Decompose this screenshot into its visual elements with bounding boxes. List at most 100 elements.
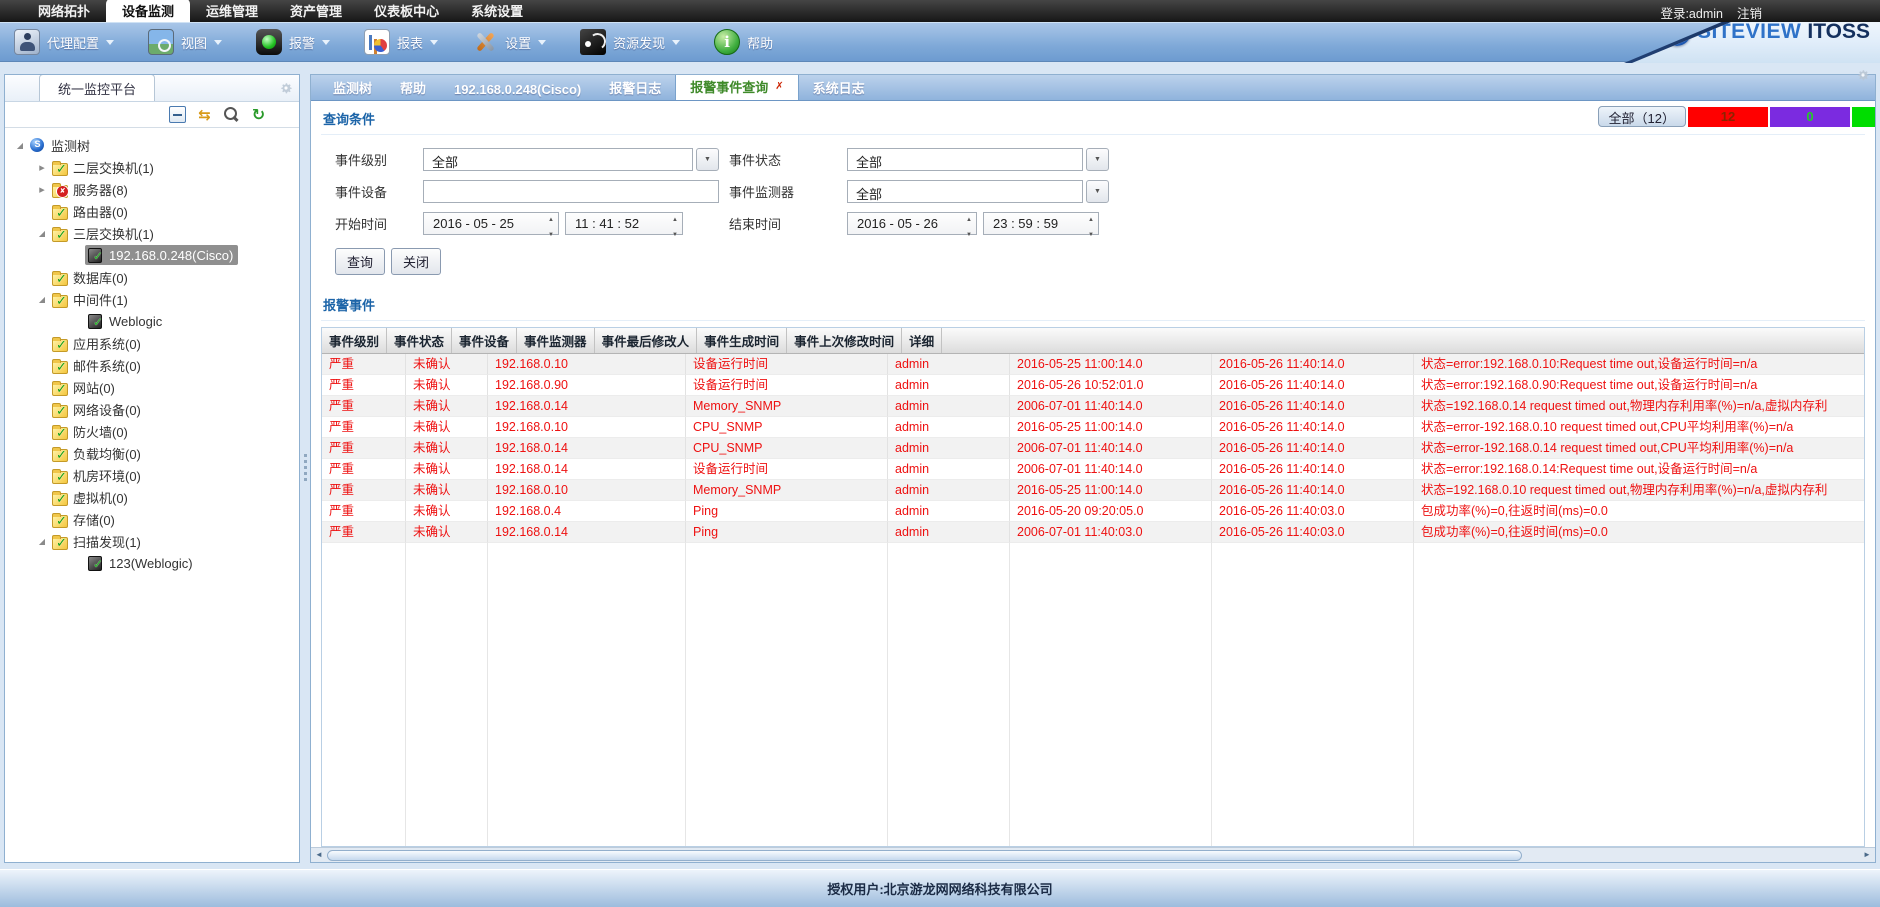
tree-item[interactable]: 中间件(1) [5, 288, 299, 310]
refresh-icon[interactable] [250, 106, 267, 123]
tree-item[interactable]: 虚拟机(0) [5, 486, 299, 508]
menu-item[interactable]: 设备监测 [106, 0, 190, 22]
dropdown-arrow-icon[interactable] [1086, 180, 1109, 203]
table-row[interactable]: 严重 未确认 192.168.0.90 设备运行时间 admin 2016-05… [322, 375, 1864, 396]
chevron-down-icon[interactable] [430, 40, 438, 45]
spinner-arrows-icon[interactable] [544, 209, 558, 239]
gear-icon[interactable] [1856, 74, 1870, 82]
end-date-input[interactable]: 2016 - 05 - 26 [847, 212, 977, 235]
tree-item[interactable]: 192.168.0.248(Cisco) [5, 244, 299, 266]
tree-item[interactable]: 网络设备(0) [5, 398, 299, 420]
dropdown-arrow-icon[interactable] [696, 148, 719, 171]
toolbar-item[interactable]: 设置 [472, 29, 546, 55]
collapse-all-icon[interactable] [169, 106, 186, 123]
main-tab[interactable]: 监测树 [319, 74, 386, 100]
column-header[interactable]: 事件上次修改时间 [787, 328, 902, 353]
scrollbar-track[interactable] [327, 850, 1859, 861]
menu-item[interactable]: 运维管理 [190, 0, 274, 22]
event-level-select[interactable]: 全部 [423, 148, 693, 171]
tree-expand-arrow[interactable] [35, 294, 49, 304]
menu-item[interactable]: 仪表板中心 [358, 0, 455, 22]
tree-item[interactable]: 二层交换机(1) [5, 156, 299, 178]
transfer-icon[interactable] [196, 106, 213, 123]
start-time-input[interactable]: 11 : 41 : 52 [565, 212, 683, 235]
scroll-right-arrow-icon[interactable] [1859, 848, 1875, 862]
tree-item[interactable]: 存储(0) [5, 508, 299, 530]
column-header[interactable]: 事件设备 [452, 328, 517, 353]
scroll-left-arrow-icon[interactable] [311, 848, 327, 862]
toolbar-item[interactable]: 代理配置 [14, 29, 114, 55]
column-header[interactable]: 事件级别 [322, 328, 387, 353]
tree-item[interactable]: 防火墙(0) [5, 420, 299, 442]
tree-item[interactable]: 应用系统(0) [5, 332, 299, 354]
column-header[interactable]: 事件监测器 [517, 328, 595, 353]
tree-item[interactable]: 服务器(8) [5, 178, 299, 200]
panel-splitter[interactable] [300, 74, 310, 863]
chevron-down-icon[interactable] [214, 40, 222, 45]
table-row[interactable]: 严重 未确认 192.168.0.10 Memory_SNMP admin 20… [322, 480, 1864, 501]
horizontal-scrollbar[interactable] [311, 847, 1875, 862]
search-icon[interactable] [223, 106, 240, 123]
tree-item[interactable]: 网站(0) [5, 376, 299, 398]
table-row[interactable]: 严重 未确认 192.168.0.14 Ping admin 2006-07-0… [322, 522, 1864, 543]
toolbar-item[interactable]: 报警 [256, 29, 330, 55]
search-button[interactable]: 查询 [335, 248, 385, 275]
tree-item[interactable]: 机房环境(0) [5, 464, 299, 486]
table-row[interactable]: 严重 未确认 192.168.0.4 Ping admin 2016-05-20… [322, 501, 1864, 522]
tab-close-icon[interactable] [775, 81, 783, 92]
tree-item[interactable]: 三层交换机(1) [5, 222, 299, 244]
column-header[interactable]: 事件状态 [387, 328, 452, 353]
toolbar-item[interactable]: 帮助 [714, 29, 773, 55]
badge-all[interactable]: 全部（12） [1598, 106, 1686, 127]
tree-expand-arrow[interactable] [35, 536, 49, 546]
start-date-input[interactable]: 2016 - 05 - 25 [423, 212, 559, 235]
column-header[interactable]: 事件生成时间 [697, 328, 787, 353]
chevron-down-icon[interactable] [672, 40, 680, 45]
main-tab[interactable]: 报警事件查询 [675, 74, 798, 100]
tree-expand-arrow[interactable] [35, 161, 49, 174]
main-tab[interactable]: 报警日志 [595, 74, 675, 100]
main-tab[interactable]: 系统日志 [799, 74, 879, 100]
chevron-down-icon[interactable] [106, 40, 114, 45]
toolbar-item[interactable]: 资源发现 [580, 29, 680, 55]
spinner-arrows-icon[interactable] [962, 209, 976, 239]
table-row[interactable]: 严重 未确认 192.168.0.10 设备运行时间 admin 2016-05… [322, 354, 1864, 375]
sidebar-tab-unified-monitoring[interactable]: 统一监控平台 [39, 74, 155, 101]
scrollbar-thumb[interactable] [327, 850, 1522, 861]
column-header[interactable]: 事件最后修改人 [595, 328, 698, 353]
tree-item[interactable]: 扫描发现(1) [5, 530, 299, 552]
table-row[interactable]: 严重 未确认 192.168.0.14 CPU_SNMP admin 2006-… [322, 438, 1864, 459]
toolbar-item[interactable]: 报表 [364, 29, 438, 55]
tree-item[interactable]: 负载均衡(0) [5, 442, 299, 464]
tree-item[interactable]: 数据库(0) [5, 266, 299, 288]
event-device-input[interactable] [423, 180, 719, 203]
close-button[interactable]: 关闭 [391, 248, 441, 275]
badge-warning[interactable]: 0 [1770, 107, 1850, 127]
tree-item[interactable]: 邮件系统(0) [5, 354, 299, 376]
dropdown-arrow-icon[interactable] [1086, 148, 1109, 171]
tree-item[interactable]: Weblogic [5, 310, 299, 332]
menu-item[interactable]: 资产管理 [274, 0, 358, 22]
chevron-down-icon[interactable] [538, 40, 546, 45]
tree-item[interactable]: 监测树 [5, 134, 299, 156]
main-tab[interactable]: 192.168.0.248(Cisco) [440, 77, 595, 100]
menu-item[interactable]: 网络拓扑 [22, 0, 106, 22]
tree-expand-arrow[interactable] [35, 183, 49, 196]
event-monitor-select[interactable]: 全部 [847, 180, 1083, 203]
table-row[interactable]: 严重 未确认 192.168.0.14 Memory_SNMP admin 20… [322, 396, 1864, 417]
badge-critical[interactable]: 12 [1688, 107, 1768, 127]
table-row[interactable]: 严重 未确认 192.168.0.14 设备运行时间 admin 2006-07… [322, 459, 1864, 480]
tree-item[interactable]: 路由器(0) [5, 200, 299, 222]
tree-expand-arrow[interactable] [35, 228, 49, 238]
tree-item[interactable]: 123(Weblogic) [5, 552, 299, 574]
badge-good[interactable] [1852, 107, 1875, 127]
end-time-input[interactable]: 23 : 59 : 59 [983, 212, 1099, 235]
toolbar-item[interactable]: 视图 [148, 29, 222, 55]
gear-icon[interactable] [279, 81, 293, 95]
tree-expand-arrow[interactable] [13, 140, 27, 150]
main-tab[interactable]: 帮助 [386, 74, 440, 100]
spinner-arrows-icon[interactable] [668, 209, 682, 239]
menu-item[interactable]: 系统设置 [455, 0, 539, 22]
chevron-down-icon[interactable] [322, 40, 330, 45]
logout-link[interactable]: 注销 [1737, 3, 1762, 22]
